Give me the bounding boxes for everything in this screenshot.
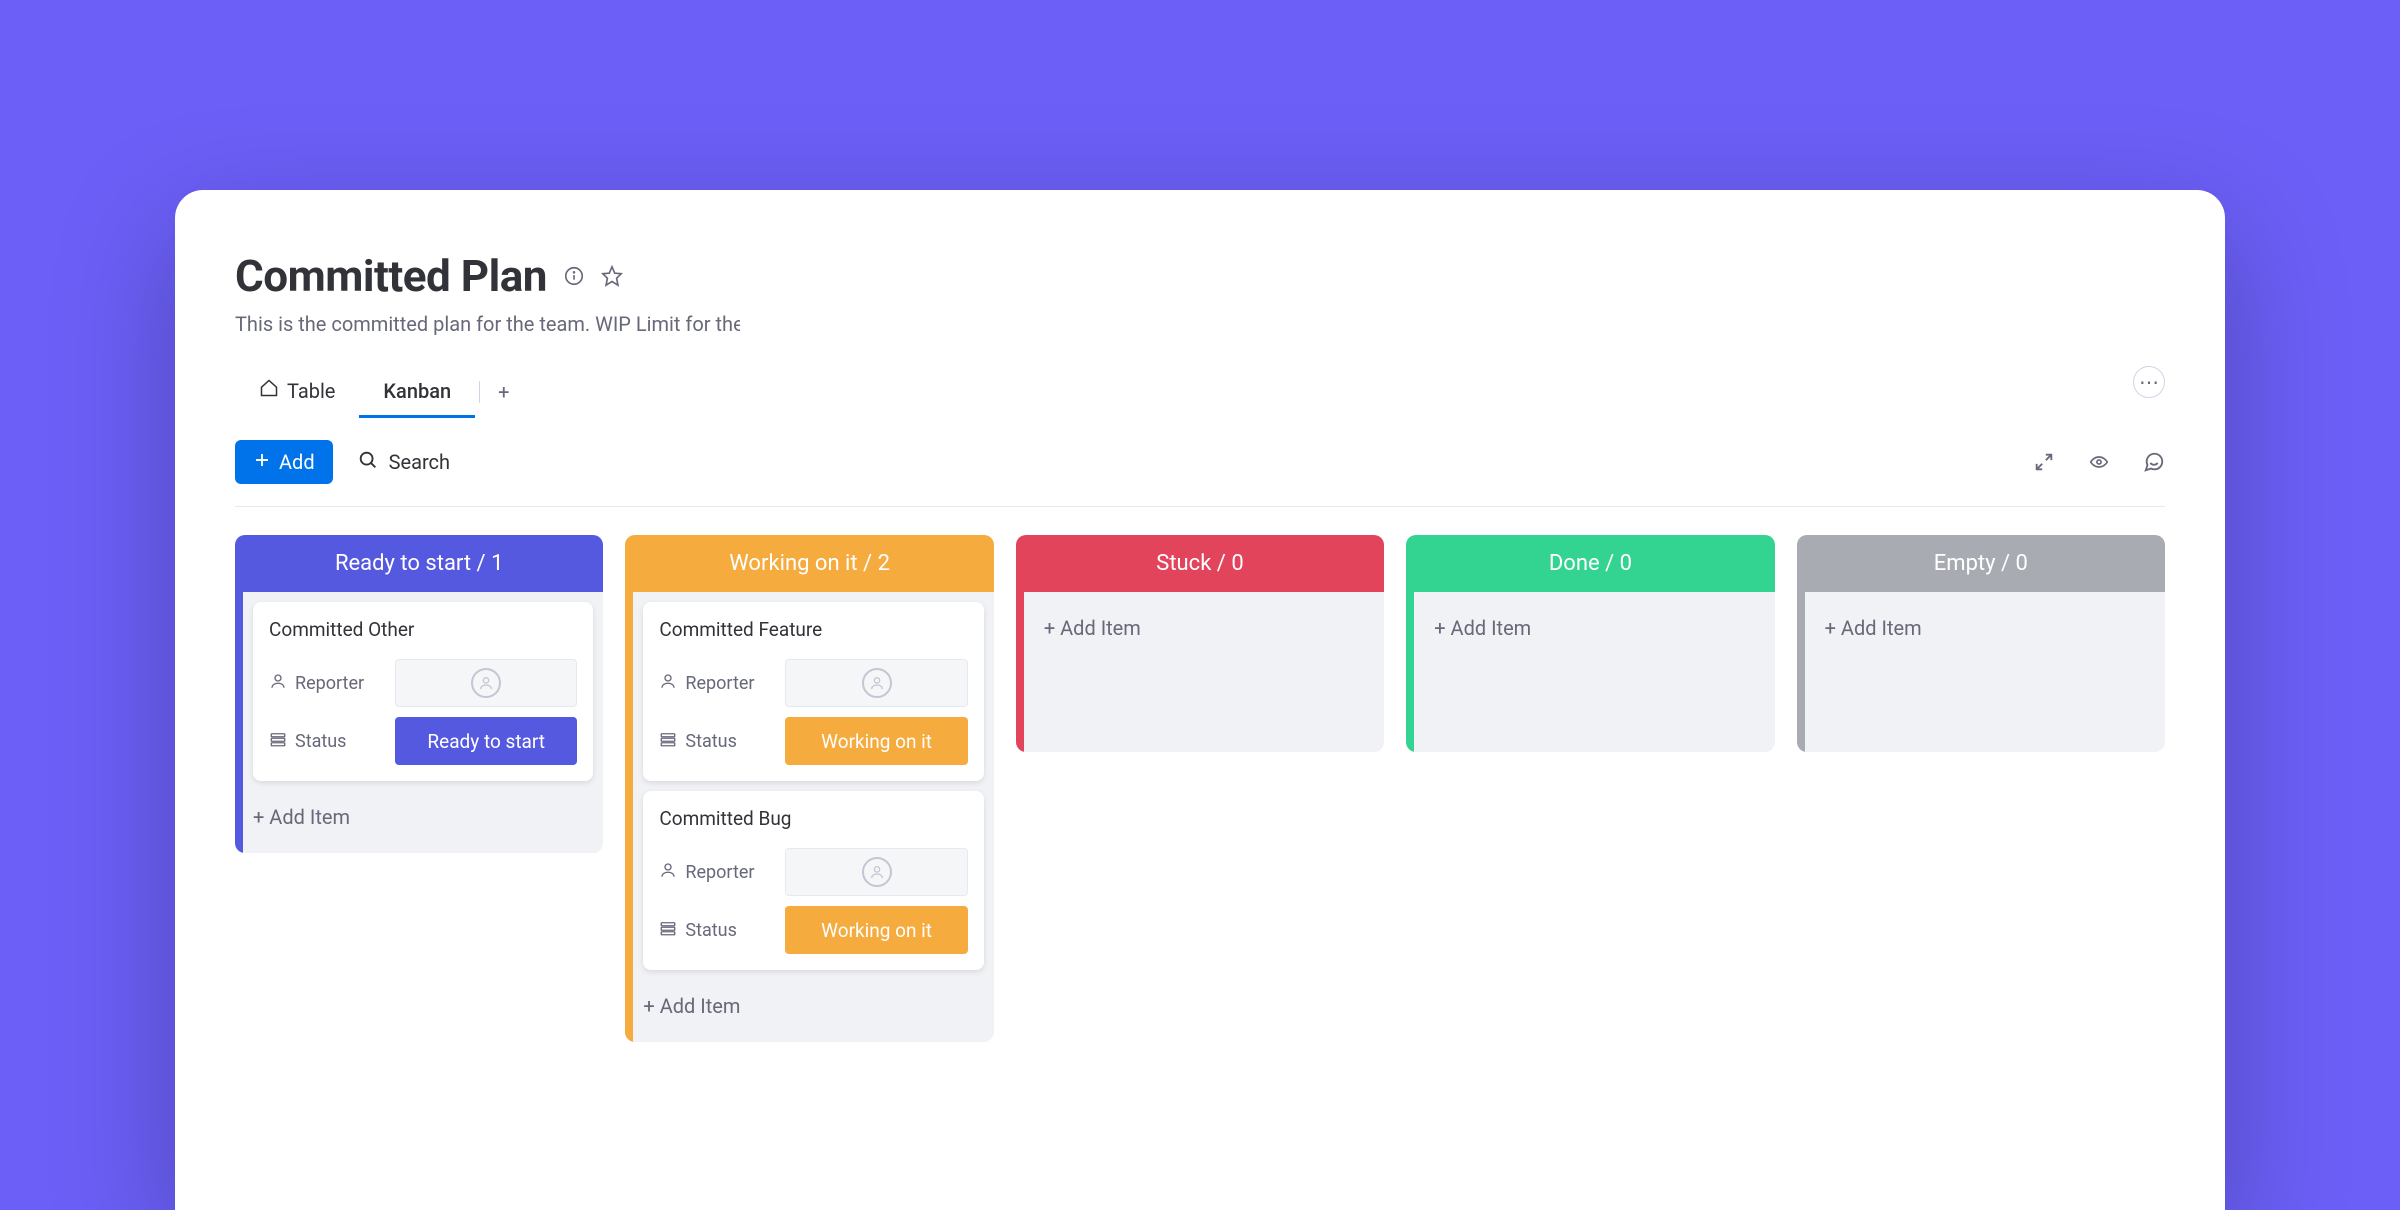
- card-status-row: Status Working on it: [659, 906, 967, 954]
- avatar-placeholder-icon: [471, 668, 501, 698]
- card-status-row: Status Ready to start: [269, 717, 577, 765]
- column-body: + Add Item: [1406, 592, 1774, 752]
- card-reporter-row: Reporter: [659, 848, 967, 896]
- column-header[interactable]: Stuck / 0: [1016, 535, 1384, 592]
- more-options-button[interactable]: ⋯: [2133, 366, 2165, 398]
- card-reporter-row: Reporter: [269, 659, 577, 707]
- tab-table[interactable]: Table: [235, 366, 359, 418]
- reporter-label: Reporter: [269, 672, 385, 695]
- column-body: Committed Other Reporter Status Ready to st…: [235, 592, 603, 853]
- expand-icon[interactable]: [2033, 451, 2055, 473]
- status-icon: [659, 730, 677, 753]
- status-icon: [659, 919, 677, 942]
- status-badge[interactable]: Working on it: [785, 717, 967, 765]
- status-label: Status: [659, 919, 775, 942]
- column-body: + Add Item: [1797, 592, 2165, 752]
- card-title: Committed Other: [269, 618, 577, 641]
- kanban-board: Ready to start / 1 Committed Other Reporte…: [235, 535, 2165, 1042]
- tab-kanban[interactable]: Kanban: [359, 367, 475, 418]
- home-icon: [259, 378, 279, 403]
- person-icon: [659, 672, 677, 695]
- page-subtitle: This is the committed plan for the team.…: [235, 312, 740, 336]
- add-item-button[interactable]: + Add Item: [643, 980, 983, 1032]
- kanban-card[interactable]: Committed Feature Reporter Status Working o…: [643, 602, 983, 781]
- page-title: Committed Plan: [235, 250, 547, 302]
- add-item-button[interactable]: + Add Item: [1034, 602, 1374, 654]
- kanban-column-stuck: Stuck / 0 + Add Item: [1016, 535, 1384, 752]
- card-status-row: Status Working on it: [659, 717, 967, 765]
- column-header[interactable]: Done / 0: [1406, 535, 1774, 592]
- status-label: Status: [269, 730, 385, 753]
- search-button[interactable]: Search: [357, 449, 450, 476]
- star-icon[interactable]: [601, 265, 623, 287]
- kanban-card[interactable]: Committed Bug Reporter Status Working on it: [643, 791, 983, 970]
- kanban-column-empty: Empty / 0 + Add Item: [1797, 535, 2165, 752]
- column-header[interactable]: Ready to start / 1: [235, 535, 603, 592]
- info-icon[interactable]: [563, 265, 585, 287]
- avatar-placeholder-icon: [862, 668, 892, 698]
- column-body: + Add Item: [1016, 592, 1384, 752]
- avatar-placeholder-icon: [862, 857, 892, 887]
- column-header[interactable]: Empty / 0: [1797, 535, 2165, 592]
- card-title: Committed Feature: [659, 618, 967, 641]
- chat-icon[interactable]: [2143, 451, 2165, 473]
- add-item-button[interactable]: + Add Item: [1815, 602, 2155, 654]
- card-reporter-row: Reporter: [659, 659, 967, 707]
- kanban-column-done: Done / 0 + Add Item: [1406, 535, 1774, 752]
- kanban-column-working: Working on it / 2 Committed Feature Report…: [625, 535, 993, 1042]
- kanban-card[interactable]: Committed Other Reporter Status Ready to st…: [253, 602, 593, 781]
- reporter-label: Reporter: [659, 672, 775, 695]
- tab-divider: [479, 381, 480, 403]
- add-tab-button[interactable]: +: [484, 382, 523, 402]
- column-body: Committed Feature Reporter Status Working o…: [625, 592, 993, 1042]
- add-button-label: Add: [279, 450, 315, 474]
- status-badge[interactable]: Ready to start: [395, 717, 577, 765]
- kanban-column-ready: Ready to start / 1 Committed Other Reporte…: [235, 535, 603, 853]
- tab-label: Kanban: [383, 379, 451, 403]
- tabs-bar: Table Kanban + ⋯: [235, 366, 2165, 418]
- add-button[interactable]: Add: [235, 440, 333, 484]
- status-label: Status: [659, 730, 775, 753]
- page-header: Committed Plan: [235, 250, 2165, 302]
- reporter-field[interactable]: [785, 848, 967, 896]
- search-icon: [357, 449, 379, 476]
- card-title: Committed Bug: [659, 807, 967, 830]
- toolbar: Add Search: [235, 440, 2165, 507]
- search-label: Search: [389, 450, 450, 474]
- view-icon[interactable]: [2087, 452, 2111, 472]
- person-icon: [659, 861, 677, 884]
- reporter-field[interactable]: [785, 659, 967, 707]
- column-header[interactable]: Working on it / 2: [625, 535, 993, 592]
- add-item-button[interactable]: + Add Item: [1424, 602, 1764, 654]
- add-item-button[interactable]: + Add Item: [253, 791, 593, 843]
- tab-label: Table: [287, 379, 335, 403]
- reporter-field[interactable]: [395, 659, 577, 707]
- status-badge[interactable]: Working on it: [785, 906, 967, 954]
- app-window: Committed Plan This is the committed pla…: [175, 190, 2225, 1210]
- plus-icon: [253, 450, 271, 474]
- reporter-label: Reporter: [659, 861, 775, 884]
- person-icon: [269, 672, 287, 695]
- status-icon: [269, 730, 287, 753]
